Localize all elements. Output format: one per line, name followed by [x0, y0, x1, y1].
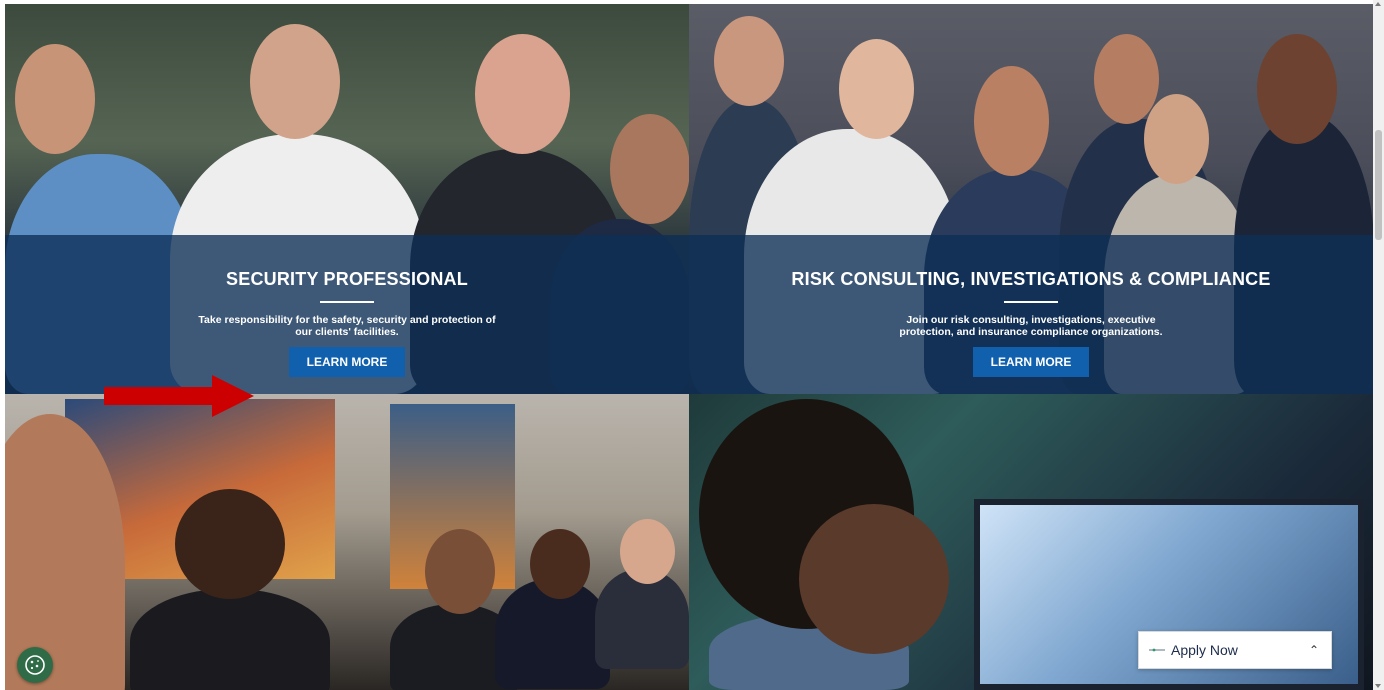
- cookie-icon: [25, 655, 45, 675]
- tile-overlay: SECURITY PROFESSIONAL Take responsibilit…: [5, 235, 689, 394]
- scroll-down-arrow-icon[interactable]: [1375, 684, 1381, 688]
- page: SECURITY PROFESSIONAL Take responsibilit…: [0, 0, 1384, 690]
- learn-more-button[interactable]: LEARN MORE: [972, 347, 1090, 377]
- scroll-thumb[interactable]: [1375, 130, 1382, 240]
- photo-person-head: [620, 519, 675, 584]
- title-divider: [320, 301, 374, 303]
- apply-now-widget[interactable]: Apply Now ⌃: [1138, 631, 1332, 669]
- photo-person: [130, 589, 330, 690]
- brand-logo-icon: [1149, 648, 1165, 652]
- tile-office-photo: [5, 394, 689, 690]
- photo-person-head: [974, 66, 1049, 176]
- photo-person-head: [425, 529, 495, 614]
- tile-overlay: RISK CONSULTING, INVESTIGATIONS & COMPLI…: [689, 235, 1373, 394]
- photo-person-head: [1257, 34, 1337, 144]
- learn-more-button[interactable]: LEARN MORE: [288, 347, 406, 377]
- photo-person-head: [714, 16, 784, 106]
- title-divider: [1004, 301, 1058, 303]
- apply-now-label: Apply Now: [1171, 642, 1238, 658]
- photo-person-head: [15, 44, 95, 154]
- photo-person-head: [839, 39, 914, 139]
- cookie-settings-button[interactable]: [17, 647, 53, 683]
- page-scrollbar[interactable]: [1373, 0, 1384, 690]
- photo-person: [595, 569, 689, 669]
- chevron-up-icon[interactable]: ⌃: [1309, 643, 1319, 657]
- photo-person-head: [175, 489, 285, 599]
- tile-title: RISK CONSULTING, INVESTIGATIONS & COMPLI…: [791, 269, 1271, 289]
- photo-person-head: [1144, 94, 1209, 184]
- tile-risk-consulting: RISK CONSULTING, INVESTIGATIONS & COMPLI…: [689, 4, 1373, 394]
- red-arrow-icon: [104, 375, 254, 417]
- photo-person-head: [1094, 34, 1159, 124]
- tile-description: Join our risk consulting, investigations…: [899, 314, 1163, 338]
- tile-security-professional: SECURITY PROFESSIONAL Take responsibilit…: [5, 4, 689, 394]
- tile-title: SECURITY PROFESSIONAL: [226, 269, 468, 289]
- photo-person-head: [530, 529, 590, 599]
- photo-person-head: [475, 34, 570, 154]
- photo-person-head: [799, 504, 949, 654]
- tile-description: Take responsibility for the safety, secu…: [198, 314, 496, 338]
- photo-person-head: [250, 24, 340, 139]
- scroll-up-arrow-icon[interactable]: [1375, 2, 1381, 6]
- photo-person-head: [610, 114, 689, 224]
